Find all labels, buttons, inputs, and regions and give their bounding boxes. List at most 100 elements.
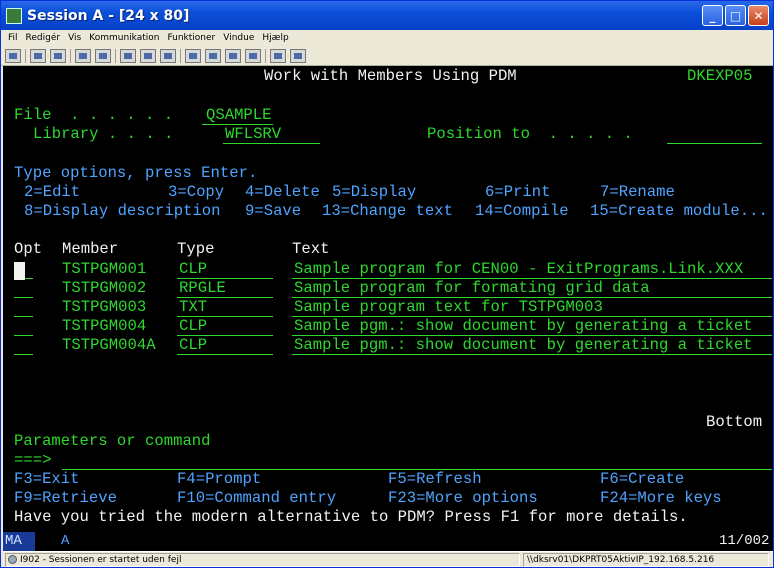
opt-input[interactable] (14, 317, 33, 336)
print-icon[interactable] (5, 48, 21, 63)
terminal-screen[interactable]: Work with Members Using PDM DKEXP05 File… (3, 66, 773, 532)
option-8: 8=Display description (24, 202, 221, 220)
fkey-f10[interactable]: F10=Command entry (177, 489, 336, 508)
menu-hjaelp[interactable]: Hjælp (262, 33, 288, 43)
option-4: 4=Delete (245, 183, 320, 201)
mode-indicator: MA (3, 532, 35, 551)
bottom-indicator: Bottom (706, 413, 763, 431)
opt-input[interactable] (14, 279, 33, 298)
menu-bar: Fil Redigér Vis Kommunikation Funktioner… (1, 30, 773, 46)
text-field[interactable]: Sample program text for TSTPGM003 (292, 298, 772, 317)
connection-icon (8, 555, 17, 564)
app-icon (6, 7, 22, 24)
title-bar[interactable]: Session A - [24 x 80] _ □ ✕ (1, 1, 773, 30)
text-field[interactable]: Sample pgm.: show document by generating… (292, 336, 772, 355)
library-label: Library . . . . (33, 125, 174, 143)
text-field[interactable]: Sample program for formating grid data (292, 279, 772, 298)
library-field[interactable]: WFLSRV (223, 125, 320, 144)
cursor-position: 11/002 (719, 533, 770, 549)
window-title: Session A - [24 x 80] (27, 7, 190, 24)
system-name: DKEXP05 (687, 67, 753, 85)
member-name: TSTPGM004A (62, 336, 156, 354)
fkey-f5[interactable]: F5=Refresh (388, 470, 482, 489)
member-name: TSTPGM002 (62, 279, 147, 297)
status-message: I902 - Sessionen er startet uden fejl (5, 553, 520, 567)
menu-rediger[interactable]: Redigér (26, 33, 61, 43)
receive-icon[interactable] (95, 48, 111, 63)
toolbar-separator (70, 48, 71, 63)
status-text: I902 - Sessionen er startet uden fejl (20, 555, 182, 565)
member-name: TSTPGM004 (62, 317, 147, 335)
toolbar-separator (25, 48, 26, 63)
macro-record-icon[interactable] (185, 48, 201, 63)
col-member-header: Member (62, 240, 119, 258)
minimize-button[interactable]: _ (702, 5, 723, 26)
option-5: 5=Display (332, 183, 417, 201)
instructions: Type options, press Enter. (14, 164, 258, 182)
option-13: 13=Change text (322, 202, 454, 220)
col-text-header: Text (292, 240, 330, 258)
paste-icon[interactable] (50, 48, 66, 63)
clipboard-icon[interactable] (245, 48, 261, 63)
status-printer: \\dksrv01\DKPRT05AktivIP_192.168.5.216 (523, 553, 769, 567)
send-icon[interactable] (75, 48, 91, 63)
menu-fil[interactable]: Fil (8, 33, 18, 43)
opt-input[interactable] (14, 336, 33, 355)
type-field[interactable]: CLP (177, 260, 273, 279)
session-indicator: A (61, 533, 70, 549)
emulator-window: Session A - [24 x 80] _ □ ✕ Fil Redigér … (0, 0, 774, 568)
option-9: 9=Save (245, 202, 302, 220)
col-type-header: Type (177, 240, 215, 258)
color-icon[interactable] (140, 48, 156, 63)
type-field[interactable]: RPGLE (177, 279, 273, 298)
command-prompt: ===> (14, 451, 52, 469)
opt-input[interactable] (14, 298, 33, 317)
help-icon[interactable] (290, 48, 306, 63)
screen-title: Work with Members Using PDM (264, 67, 517, 85)
type-field[interactable]: CLP (177, 336, 273, 355)
member-name: TSTPGM001 (62, 260, 147, 278)
params-label: Parameters or command (14, 432, 211, 450)
option-15: 15=Create module... (590, 202, 768, 220)
map-icon[interactable] (160, 48, 176, 63)
option-7: 7=Rename (600, 183, 675, 201)
fkey-f6[interactable]: F6=Create (600, 470, 684, 489)
option-2: 2=Edit (24, 183, 81, 201)
display-icon[interactable] (120, 48, 136, 63)
status-bar: I902 - Sessionen er startet uden fejl \\… (1, 551, 773, 568)
command-line-input[interactable] (62, 451, 772, 470)
member-name: TSTPGM003 (62, 298, 147, 316)
file-label: File . . . . . . (14, 106, 174, 124)
text-field[interactable]: Sample pgm.: show document by generating… (292, 317, 772, 336)
menu-vindue[interactable]: Vindue (223, 33, 254, 43)
toolbar-separator (180, 48, 181, 63)
text-field[interactable]: Sample program for CEN00 - ExitPrograms.… (292, 260, 772, 279)
fkey-f9[interactable]: F9=Retrieve (14, 489, 117, 508)
option-6: 6=Print (485, 183, 551, 201)
menu-vis[interactable]: Vis (68, 33, 81, 43)
globe-icon[interactable] (270, 48, 286, 63)
copy-icon[interactable] (30, 48, 46, 63)
col-opt-header: Opt (14, 240, 43, 258)
option-14: 14=Compile (475, 202, 569, 220)
fkey-f3[interactable]: F3=Exit (14, 470, 80, 489)
fkey-f23[interactable]: F23=More options (388, 489, 538, 508)
toolbar (1, 46, 773, 66)
operator-info-area: MA A 11/002 (3, 532, 773, 551)
type-field[interactable]: CLP (177, 317, 273, 336)
macro-stop-icon[interactable] (225, 48, 241, 63)
text-cursor (14, 262, 25, 280)
type-field[interactable]: TXT (177, 298, 273, 317)
menu-funktioner[interactable]: Funktioner (167, 33, 215, 43)
close-button[interactable]: ✕ (748, 5, 769, 26)
menu-kommunikation[interactable]: Kommunikation (89, 33, 159, 43)
fkey-f4[interactable]: F4=Prompt (177, 470, 261, 489)
position-field[interactable] (667, 125, 762, 144)
fkey-f24[interactable]: F24=More keys (600, 489, 722, 508)
macro-play-icon[interactable] (205, 48, 221, 63)
file-field[interactable]: QSAMPLE (202, 106, 273, 125)
option-3: 3=Copy (168, 183, 225, 201)
position-label: Position to . . . . . (427, 125, 633, 143)
toolbar-separator (115, 48, 116, 63)
maximize-button[interactable]: □ (725, 5, 746, 26)
